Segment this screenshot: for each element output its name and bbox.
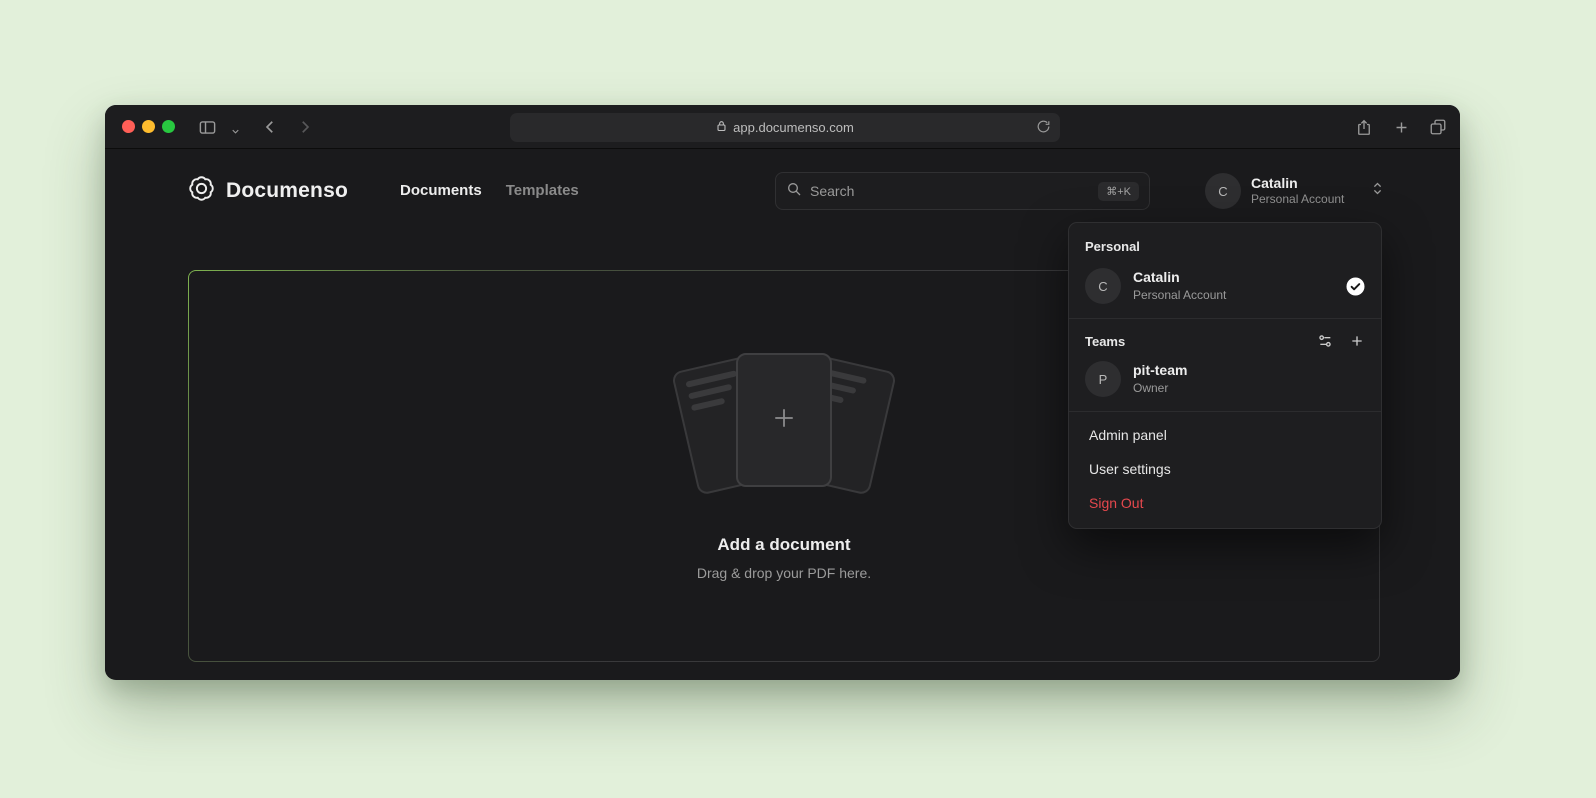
menu-item-sign-out[interactable]: Sign Out: [1069, 486, 1381, 520]
main-nav: Documents Templates: [400, 182, 579, 199]
menu-team-row[interactable]: P pit-team Owner: [1069, 353, 1381, 405]
menu-teams-label: Teams: [1085, 334, 1125, 349]
personal-account-text: Catalin Personal Account: [1133, 269, 1334, 303]
refresh-icon[interactable]: [1036, 119, 1051, 137]
forward-button[interactable]: [295, 117, 315, 137]
account-text: Catalin Personal Account: [1251, 175, 1360, 208]
nav-templates[interactable]: Templates: [506, 182, 579, 199]
minimize-window-button[interactable]: [142, 120, 155, 133]
nav-documents[interactable]: Documents: [400, 182, 482, 199]
menu-item-user-settings[interactable]: User settings: [1069, 452, 1381, 486]
avatar: C: [1085, 268, 1121, 304]
menu-divider: [1069, 411, 1381, 412]
plus-icon: [769, 403, 799, 438]
team-role: Owner: [1133, 381, 1365, 396]
document-card-center: [736, 353, 832, 487]
avatar: P: [1085, 361, 1121, 397]
brand-name: Documenso: [226, 179, 348, 203]
menu-personal-label: Personal: [1069, 229, 1381, 260]
browser-titlebar: app.documenso.com: [105, 105, 1460, 149]
dropzone-title: Add a document: [717, 535, 850, 555]
team-text: pit-team Owner: [1133, 362, 1365, 396]
document-stack-illustration: [644, 351, 924, 501]
avatar: C: [1205, 173, 1241, 209]
search-bar[interactable]: ⌘+K: [775, 172, 1150, 210]
tab-overview-icon[interactable]: [1428, 117, 1448, 137]
account-menu-trigger[interactable]: C Catalin Personal Account: [1205, 173, 1385, 209]
personal-account-type: Personal Account: [1133, 288, 1334, 303]
check-circle-icon: [1346, 277, 1365, 296]
menu-teams-header: Teams: [1069, 325, 1381, 353]
back-button[interactable]: [260, 117, 280, 137]
app-content: Documenso Documents Templates ⌘+K C Cata…: [105, 149, 1460, 679]
menu-divider: [1069, 318, 1381, 319]
account-type: Personal Account: [1251, 192, 1360, 207]
team-name: pit-team: [1133, 362, 1365, 380]
sidebar-toggle-icon[interactable]: [197, 117, 217, 137]
manage-teams-icon[interactable]: [1317, 333, 1333, 349]
brand[interactable]: Documenso: [188, 175, 348, 207]
lock-icon: [716, 120, 727, 135]
chevron-updown-icon: [1370, 181, 1385, 201]
browser-window: app.documenso.com Documenso Documents Te…: [105, 105, 1460, 680]
close-window-button[interactable]: [122, 120, 135, 133]
account-dropdown-menu: Personal C Catalin Personal Account Team…: [1068, 222, 1382, 529]
menu-item-admin-panel[interactable]: Admin panel: [1069, 418, 1381, 452]
search-input[interactable]: [810, 183, 1090, 199]
menu-personal-account-row[interactable]: C Catalin Personal Account: [1069, 260, 1381, 312]
share-icon[interactable]: [1354, 117, 1374, 137]
new-tab-icon[interactable]: [1391, 117, 1411, 137]
add-team-icon[interactable]: [1349, 333, 1365, 349]
dropzone-subtitle: Drag & drop your PDF here.: [697, 565, 871, 581]
address-bar[interactable]: app.documenso.com: [510, 113, 1060, 142]
account-name: Catalin: [1251, 175, 1360, 193]
personal-account-name: Catalin: [1133, 269, 1334, 287]
search-shortcut-badge: ⌘+K: [1098, 182, 1139, 201]
search-icon: [786, 181, 802, 202]
zoom-window-button[interactable]: [162, 120, 175, 133]
chevron-down-icon[interactable]: [225, 121, 245, 141]
documenso-logo-icon: [188, 175, 215, 207]
url-text: app.documenso.com: [733, 120, 854, 135]
